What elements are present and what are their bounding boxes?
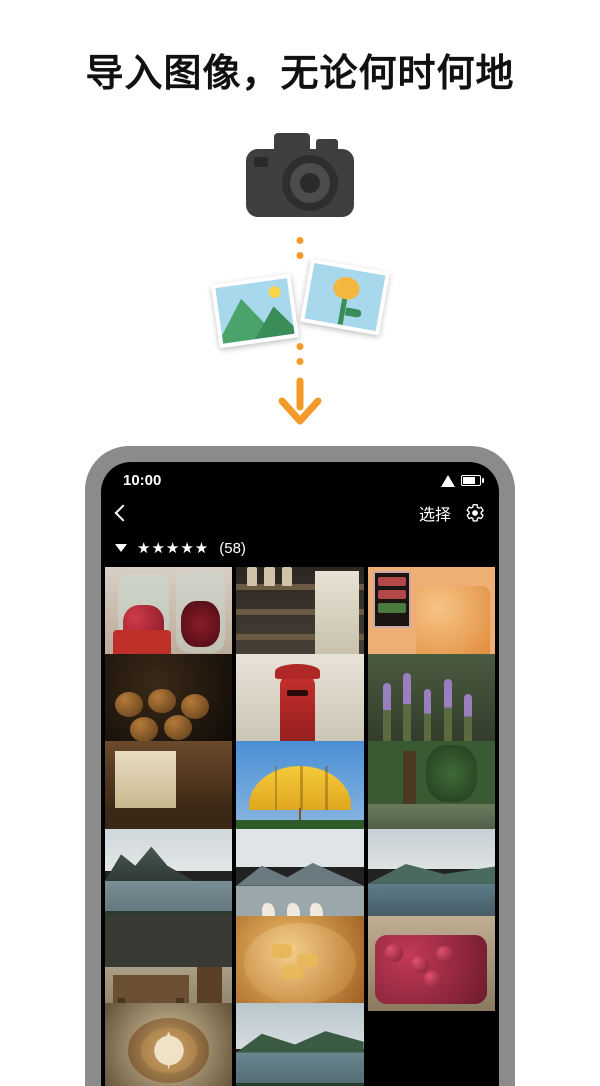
settings-button[interactable]	[465, 503, 485, 523]
signal-icon	[441, 475, 455, 487]
mini-photo-landscape	[211, 274, 299, 349]
filter-stars: ★★★★★	[137, 539, 209, 557]
filter-count: (58)	[219, 540, 246, 557]
status-time: 10:00	[123, 472, 161, 489]
photo-thumbnail[interactable]	[105, 916, 232, 1011]
dropdown-icon	[115, 544, 127, 552]
app-bar: 选择	[101, 495, 499, 535]
back-button[interactable]	[115, 505, 132, 522]
photo-pair-icon	[215, 265, 385, 355]
page-headline: 导入图像，无论何时何地	[0, 0, 600, 97]
photo-thumbnail[interactable]	[105, 567, 232, 662]
photo-thumbnail[interactable]	[236, 741, 363, 836]
photo-thumbnail[interactable]	[105, 741, 232, 836]
camera-icon	[240, 127, 360, 228]
photo-thumbnail[interactable]	[105, 829, 232, 924]
phone-frame: 10:00 选择 ★★★★★ (	[85, 446, 515, 1086]
photo-thumbnail[interactable]	[236, 654, 363, 749]
mini-photo-flower	[300, 259, 390, 336]
hero-illustration	[0, 117, 600, 427]
photo-thumbnail[interactable]	[105, 654, 232, 749]
select-button[interactable]: 选择	[419, 501, 451, 525]
flow-dots-top	[297, 237, 304, 259]
photo-thumbnail[interactable]	[236, 829, 363, 924]
photo-thumbnail[interactable]	[105, 1003, 232, 1086]
photo-thumbnail[interactable]	[368, 654, 495, 750]
rating-filter[interactable]: ★★★★★ (58)	[101, 535, 499, 567]
flow-dots-bottom	[297, 343, 304, 365]
photo-thumbnail[interactable]	[368, 567, 495, 663]
photo-thumbnail[interactable]	[368, 829, 495, 925]
arrow-down-icon	[270, 377, 330, 430]
photo-thumbnail[interactable]	[236, 567, 363, 662]
phone-screen: 10:00 选择 ★★★★★ (	[101, 462, 499, 1086]
photo-thumbnail[interactable]	[368, 916, 495, 1012]
photo-thumbnail[interactable]	[236, 1003, 363, 1086]
photo-thumbnail[interactable]	[368, 741, 495, 837]
status-bar: 10:00	[101, 462, 499, 495]
photo-thumbnail[interactable]	[236, 916, 363, 1011]
photo-grid[interactable]	[101, 567, 499, 1086]
battery-icon	[461, 475, 481, 486]
